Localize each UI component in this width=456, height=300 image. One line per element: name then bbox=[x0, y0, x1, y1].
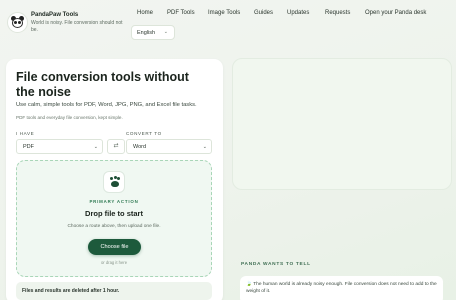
panda-tell-text: The human world is already noisy enough.… bbox=[246, 282, 437, 294]
panda-tell-message: 🍃 The human world is already noisy enoug… bbox=[240, 276, 443, 300]
leaf-icon: 🍃 bbox=[246, 282, 252, 287]
dropzone-eyebrow: PRIMARY ACTION bbox=[89, 199, 139, 204]
choose-file-button[interactable]: Choose file bbox=[88, 239, 141, 255]
file-dropzone[interactable]: PRIMARY ACTION Drop file to start Choose… bbox=[16, 160, 212, 277]
nav-item-panda-desk[interactable]: Open your Panda desk bbox=[365, 10, 426, 16]
chevron-down-icon: ⌄ bbox=[163, 29, 168, 35]
target-format-select[interactable]: Word ⌄ bbox=[126, 139, 212, 154]
brand[interactable]: PandaPaw Tools World is noisy. File conv… bbox=[7, 11, 132, 37]
panda-tell-label: PANDA WANTS TO TELL bbox=[241, 262, 311, 267]
deletion-notice: Files and results are deleted after 1 ho… bbox=[16, 282, 212, 300]
target-format-value: Word bbox=[133, 144, 147, 150]
page-title: File conversion tools without the noise bbox=[16, 70, 189, 99]
convert-to-label: CONVERT TO bbox=[126, 131, 162, 136]
converter-card: File conversion tools without the noise … bbox=[6, 59, 223, 300]
nav-item-pdf-tools[interactable]: PDF Tools bbox=[167, 10, 195, 16]
drag-note: or drag it here bbox=[100, 260, 128, 265]
source-format-select[interactable]: PDF ⌄ bbox=[16, 139, 103, 154]
language-value: English bbox=[137, 30, 156, 36]
nav-item-requests[interactable]: Requests bbox=[325, 10, 350, 16]
panda-logo-icon bbox=[7, 12, 28, 33]
brand-name: PandaPaw Tools bbox=[31, 12, 79, 18]
source-format-value: PDF bbox=[23, 144, 34, 150]
nav-item-image-tools[interactable]: Image Tools bbox=[208, 10, 240, 16]
chevron-down-icon: ⌄ bbox=[202, 144, 207, 150]
chevron-down-icon: ⌄ bbox=[93, 144, 98, 150]
nav-item-updates[interactable]: Updates bbox=[287, 10, 309, 16]
page-subtitle: Use calm, simple tools for PDF, Word, JP… bbox=[16, 102, 197, 108]
brand-tagline: World is noisy. File conversion should n… bbox=[31, 20, 123, 33]
page-note: PDF tools and everyday file conversion, … bbox=[16, 115, 123, 120]
have-label: I HAVE bbox=[16, 131, 35, 136]
swap-formats-button[interactable]: ⇄ bbox=[107, 139, 125, 154]
dropzone-hint: Choose a route above, then upload one fi… bbox=[67, 224, 161, 229]
dropzone-title: Drop file to start bbox=[85, 209, 143, 218]
nav-item-guides[interactable]: Guides bbox=[254, 10, 273, 16]
preview-panel bbox=[232, 58, 452, 190]
language-select[interactable]: English ⌄ bbox=[131, 25, 175, 40]
nav-item-home[interactable]: Home bbox=[137, 10, 153, 16]
paw-icon bbox=[103, 171, 125, 193]
